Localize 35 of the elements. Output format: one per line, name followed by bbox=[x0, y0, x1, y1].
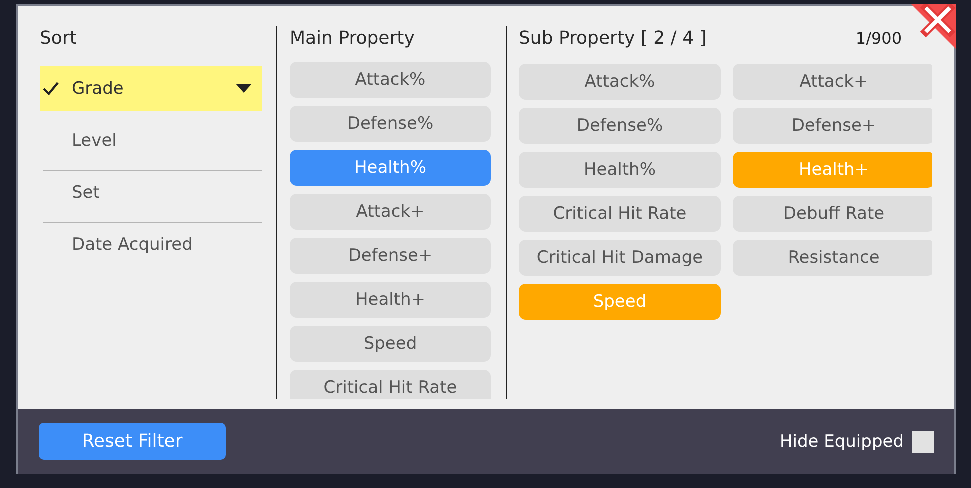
property-chip[interactable]: Critical Hit Damage bbox=[519, 240, 721, 276]
property-chip[interactable]: Health% bbox=[519, 152, 721, 188]
item-count: 1/900 bbox=[856, 28, 902, 50]
caret-icon[interactable] bbox=[236, 84, 252, 93]
hide-equipped-label: Hide Equipped bbox=[780, 432, 904, 452]
property-chip[interactable]: Defense% bbox=[519, 108, 721, 144]
column-title: Sort bbox=[40, 27, 78, 51]
sort-option[interactable]: Grade bbox=[40, 66, 262, 111]
check-icon bbox=[43, 80, 59, 96]
property-chip[interactable]: Critical Hit Rate bbox=[290, 370, 491, 399]
column-title: Main Property bbox=[290, 27, 416, 51]
property-chip[interactable]: Resistance bbox=[733, 240, 932, 276]
property-chip[interactable]: Speed bbox=[290, 326, 491, 362]
sort-option[interactable]: Level bbox=[40, 118, 262, 163]
hide-equipped-checkbox[interactable] bbox=[912, 430, 934, 452]
property-chip[interactable]: Attack% bbox=[290, 62, 491, 98]
sort-option-label: Grade bbox=[72, 78, 125, 98]
property-chip[interactable]: Critical Hit Rate bbox=[519, 196, 721, 232]
property-chip[interactable]: Defense% bbox=[290, 106, 491, 142]
reset-filter-button[interactable]: Reset Filter bbox=[39, 423, 226, 460]
property-chip[interactable]: Health% bbox=[290, 150, 491, 186]
property-chip[interactable]: Attack% bbox=[519, 64, 721, 100]
property-chip[interactable]: Defense+ bbox=[733, 108, 932, 144]
sort-option[interactable]: Date Acquired bbox=[43, 222, 262, 267]
property-chip[interactable]: Attack+ bbox=[733, 64, 932, 100]
property-chip[interactable]: Defense+ bbox=[290, 238, 491, 274]
sort-option-label: Set bbox=[72, 183, 101, 203]
sort-option-label: Date Acquired bbox=[72, 235, 194, 255]
property-chip[interactable]: Debuff Rate bbox=[733, 196, 932, 232]
column-title: Sub Property [ 2 / 4 ] bbox=[519, 27, 707, 51]
property-chip[interactable]: Attack+ bbox=[290, 194, 491, 230]
property-chip[interactable]: Health+ bbox=[290, 282, 491, 318]
sort-option[interactable]: Set bbox=[43, 170, 262, 215]
sort-option-label: Level bbox=[72, 130, 118, 150]
close-icon[interactable] bbox=[911, 4, 956, 49]
